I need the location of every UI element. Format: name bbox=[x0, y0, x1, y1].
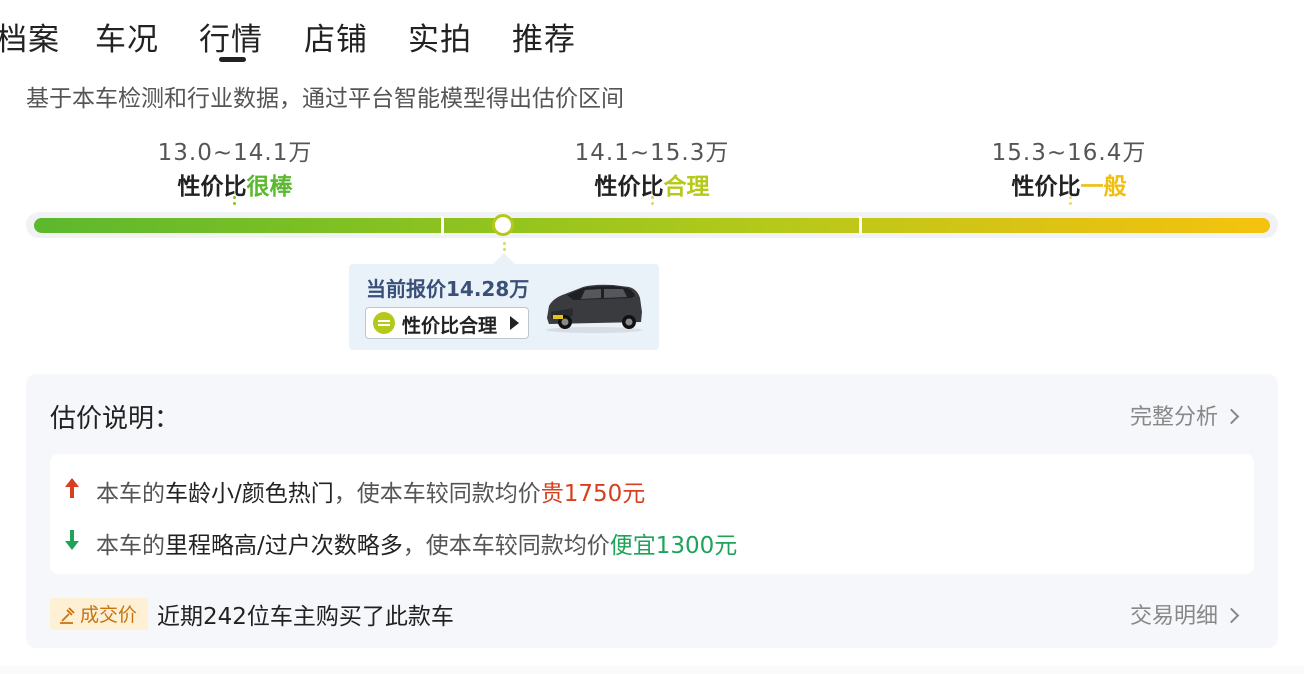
tab-bar: 档案 车况 行情 店铺 实拍 推荐 bbox=[0, 0, 700, 70]
value-rating-label: 性价比合理 bbox=[402, 315, 498, 337]
tab-store[interactable]: 店铺 bbox=[304, 14, 368, 59]
equal-icon bbox=[373, 312, 395, 334]
tab-archive[interactable]: 档案 bbox=[0, 14, 60, 59]
current-price-label: 当前报价14.28万 bbox=[366, 277, 530, 301]
value-rating-button[interactable]: 性价比合理 bbox=[365, 307, 529, 339]
range-average: 15.3~16.4万 性价比一般 bbox=[949, 133, 1189, 201]
range-price: 15.3~16.4万 bbox=[991, 140, 1147, 166]
car-image bbox=[546, 284, 642, 333]
explanation-title: 估价说明： bbox=[50, 404, 181, 434]
page-bottom-edge bbox=[0, 666, 1304, 674]
reason-price-down: 本车的里程略高/过户次数略多，使本车较同款均价便宜1300元 bbox=[96, 533, 738, 559]
dotted-connector bbox=[650, 196, 654, 208]
dotted-connector bbox=[1068, 196, 1072, 208]
arrow-down-icon bbox=[65, 530, 79, 550]
deal-price-badge: 成交价 bbox=[50, 598, 148, 630]
page-subtitle: 基于本车检测和行业数据，通过平台智能模型得出估价区间 bbox=[26, 86, 624, 112]
range-price: 13.0~14.1万 bbox=[157, 140, 313, 166]
full-analysis-link[interactable]: 完整分析 bbox=[1130, 399, 1240, 431]
current-price-marker bbox=[492, 214, 514, 236]
active-tab-indicator bbox=[219, 57, 246, 62]
price-bar bbox=[34, 218, 1270, 233]
tab-recommend[interactable]: 推荐 bbox=[512, 14, 576, 59]
play-icon bbox=[510, 316, 519, 330]
bar-divider bbox=[441, 216, 444, 235]
range-reasonable: 14.1~15.3万 性价比合理 bbox=[532, 133, 772, 201]
range-price: 14.1~15.3万 bbox=[574, 140, 730, 166]
chevron-right-icon bbox=[1223, 607, 1240, 624]
deal-price-label: 成交价 bbox=[80, 604, 138, 626]
tab-market[interactable]: 行情 bbox=[199, 14, 263, 59]
range-great: 13.0~14.1万 性价比很棒 bbox=[115, 133, 355, 201]
bar-divider bbox=[859, 216, 862, 235]
transaction-details-link[interactable]: 交易明细 bbox=[1130, 598, 1240, 630]
deal-count-text: 近期242位车主购买了此款车 bbox=[157, 604, 454, 630]
tab-condition[interactable]: 车况 bbox=[95, 14, 159, 59]
tab-photos[interactable]: 实拍 bbox=[408, 14, 472, 59]
arrow-up-icon bbox=[65, 478, 79, 498]
dotted-connector bbox=[232, 196, 236, 208]
reason-price-up: 本车的车龄小/颜色热门，使本车较同款均价贵1750元 bbox=[96, 481, 646, 507]
hammer-icon bbox=[60, 607, 75, 624]
chevron-right-icon bbox=[1223, 408, 1240, 425]
